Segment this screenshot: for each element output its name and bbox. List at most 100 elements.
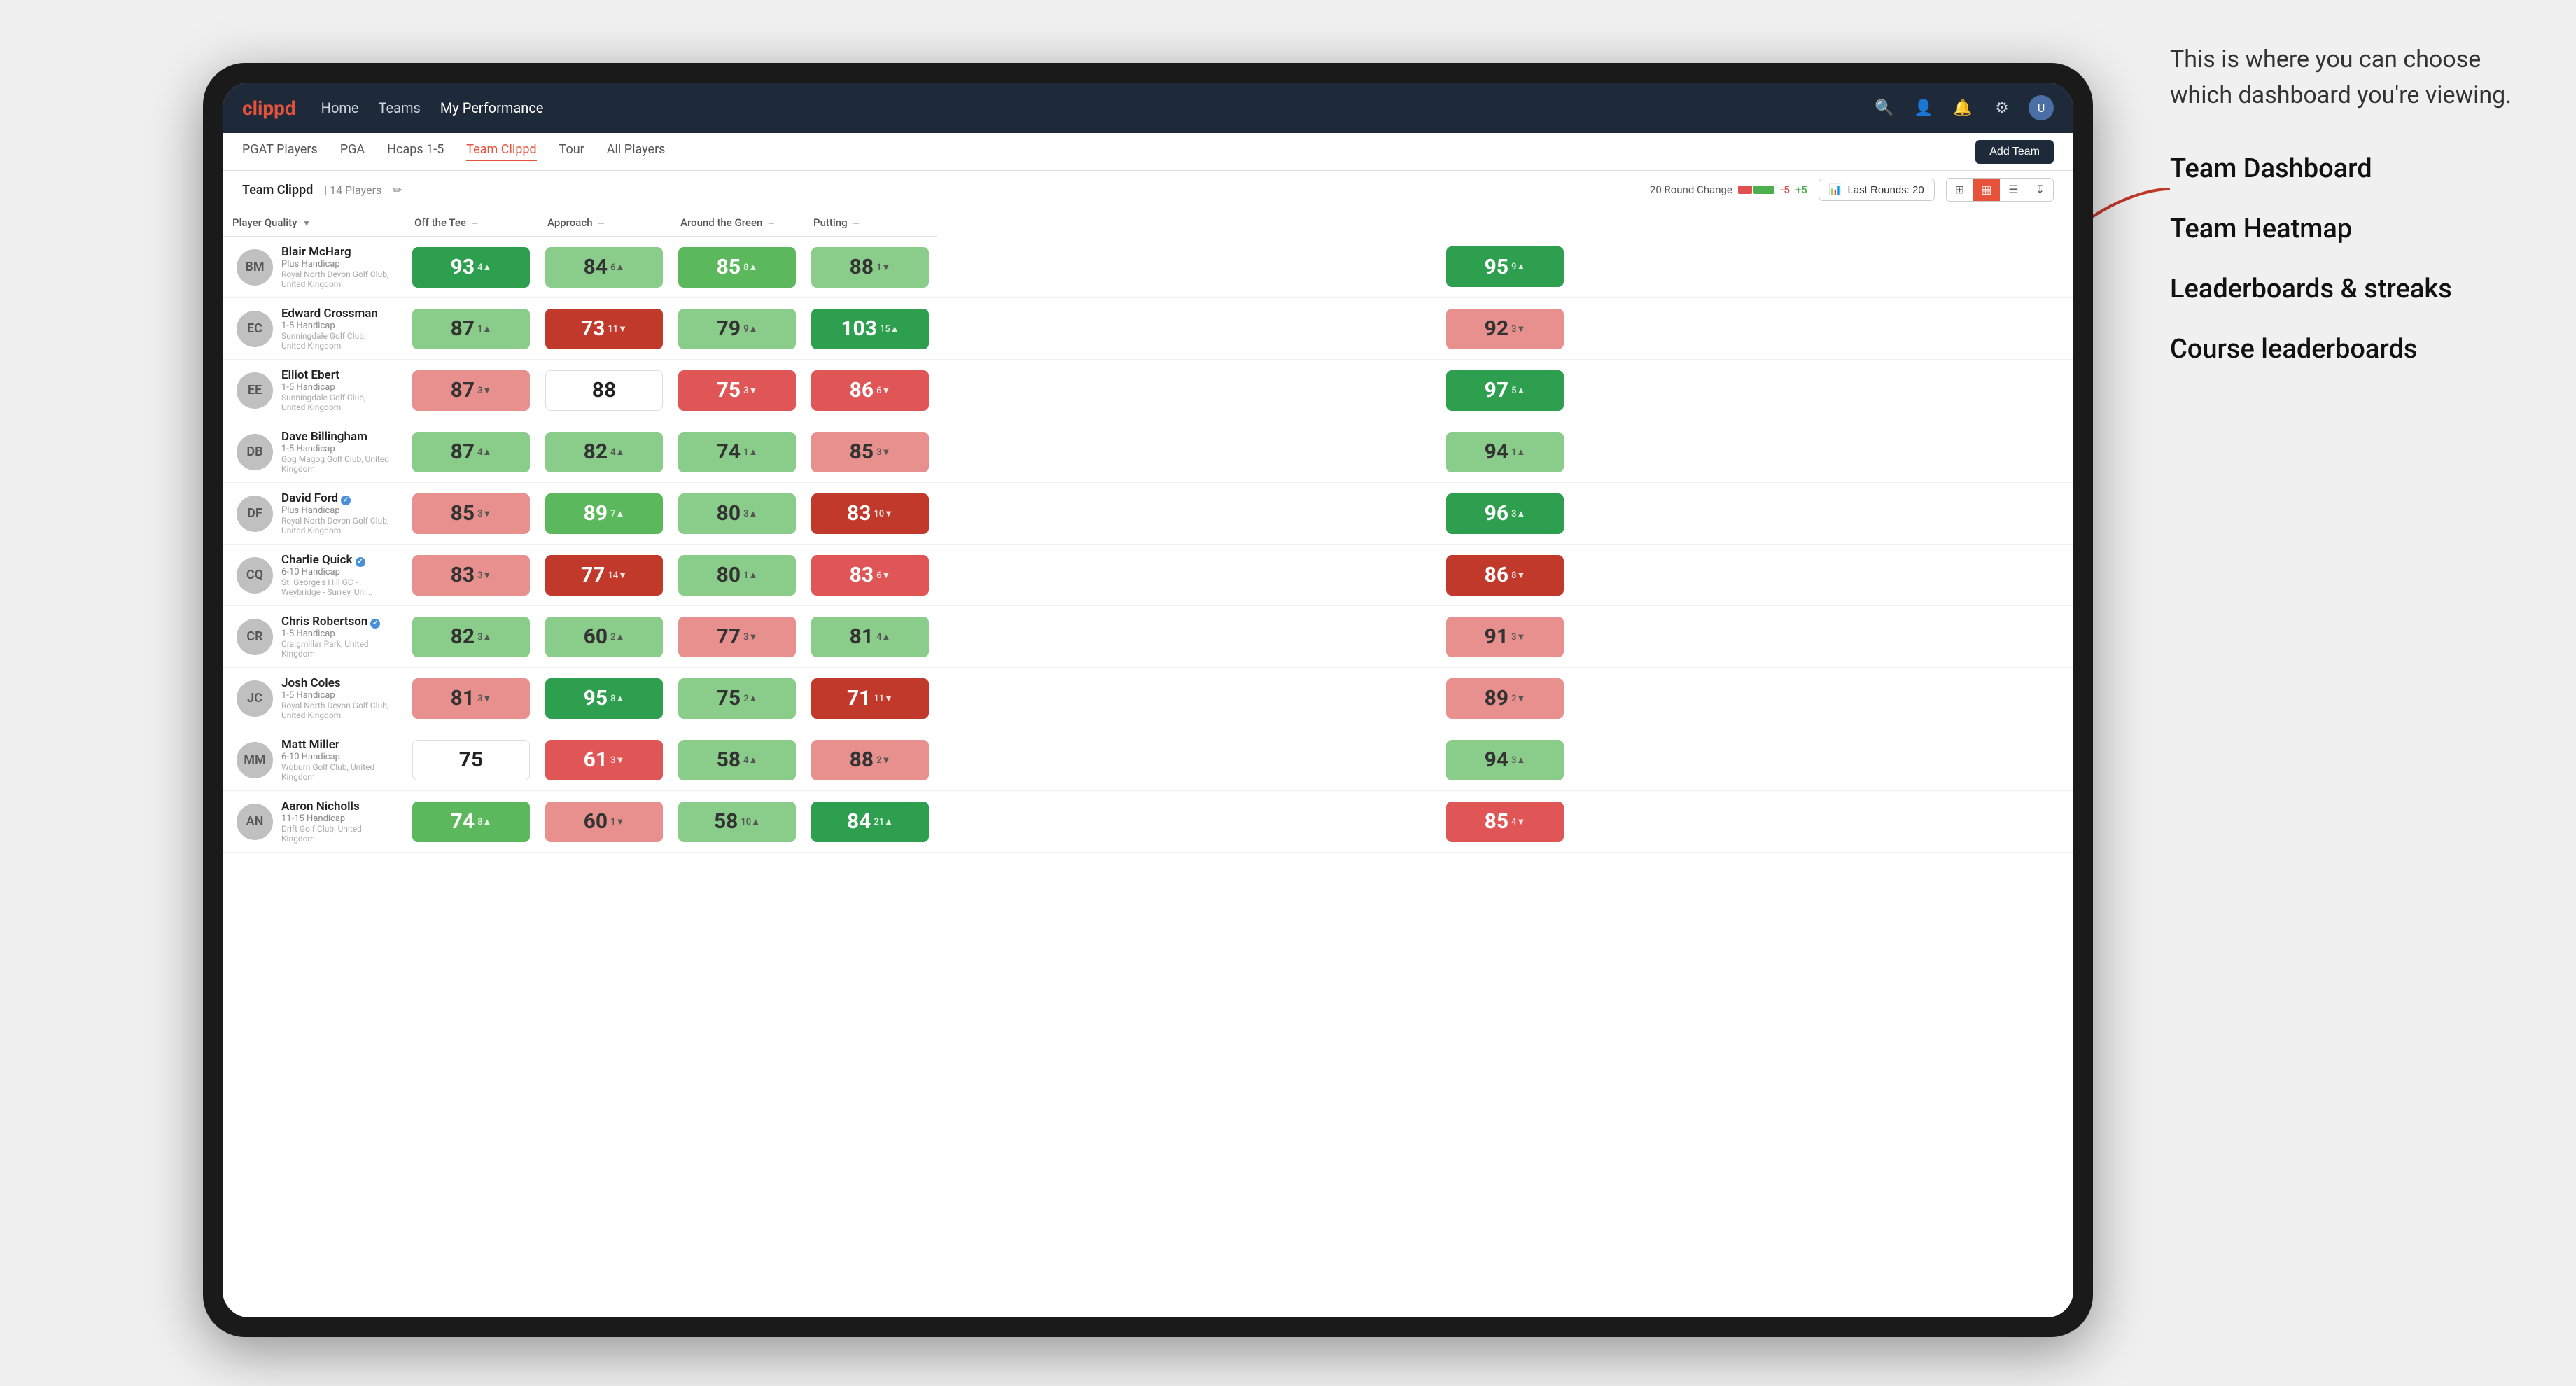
player-info: Blair McHarg Plus Handicap Royal North D… bbox=[281, 245, 391, 289]
metric-cell-off-tee-9: 60 1▼ bbox=[538, 791, 671, 853]
metric-cell-around-green-8: 88 2▼ bbox=[804, 729, 937, 791]
table-row[interactable]: CR Chris Robertson✓ 1-5 Handicap Craigmi… bbox=[223, 606, 2073, 668]
metric-change: 4▲ bbox=[743, 755, 757, 766]
metric-cell-approach-0: 85 8▲ bbox=[671, 237, 804, 298]
table-row[interactable]: DB Dave Billingham 1-5 Handicap Gog Mago… bbox=[223, 421, 2073, 483]
subnav-pgat[interactable]: PGAT Players bbox=[242, 142, 318, 161]
metric-change: 2▲ bbox=[610, 631, 624, 643]
player-cell-3[interactable]: DB Dave Billingham 1-5 Handicap Gog Mago… bbox=[223, 421, 405, 483]
metric-value: 77 bbox=[581, 563, 605, 587]
subnav-tour[interactable]: Tour bbox=[559, 142, 584, 161]
add-team-button[interactable]: Add Team bbox=[1975, 140, 2054, 164]
metric-value: 61 bbox=[584, 748, 608, 772]
metric-cell-putting-9: 85 4▼ bbox=[937, 791, 2073, 853]
nav-item-myperformance[interactable]: My Performance bbox=[440, 99, 544, 116]
nav-item-home[interactable]: Home bbox=[321, 99, 359, 116]
table-row[interactable]: MM Matt Miller 6-10 Handicap Woburn Golf… bbox=[223, 729, 2073, 791]
user-icon[interactable]: 👤 bbox=[1911, 95, 1936, 120]
player-handicap: 6-10 Handicap bbox=[281, 752, 391, 762]
last-rounds-button[interactable]: 📊 Last Rounds: 20 bbox=[1819, 178, 1935, 201]
table-row[interactable]: CQ Charlie Quick✓ 6-10 Handicap St. Geor… bbox=[223, 545, 2073, 606]
table-row[interactable]: BM Blair McHarg Plus Handicap Royal Nort… bbox=[223, 237, 2073, 298]
metric-value: 81 bbox=[850, 624, 874, 649]
metric-change: 2▲ bbox=[743, 693, 757, 704]
table-row[interactable]: JC Josh Coles 1-5 Handicap Royal North D… bbox=[223, 668, 2073, 729]
metric-box: 82 4▲ bbox=[545, 432, 663, 472]
metric-cell-player-quality-0: 93 4▲ bbox=[405, 237, 538, 298]
metric-value: 85 bbox=[717, 255, 741, 279]
player-handicap: Plus Handicap bbox=[281, 259, 391, 270]
subnav-teamclippd[interactable]: Team Clippd bbox=[466, 142, 536, 161]
player-cell-9[interactable]: AN Aaron Nicholls 11-15 Handicap Drift G… bbox=[223, 791, 405, 853]
player-cell-5[interactable]: CQ Charlie Quick✓ 6-10 Handicap St. Geor… bbox=[223, 545, 405, 606]
player-club: Royal North Devon Golf Club, United King… bbox=[281, 516, 391, 536]
metric-box: 83 3▼ bbox=[412, 555, 530, 596]
table-row[interactable]: AN Aaron Nicholls 11-15 Handicap Drift G… bbox=[223, 791, 2073, 853]
player-handicap: 11-15 Handicap bbox=[281, 813, 391, 824]
col-header-off-tee[interactable]: Off the Tee — bbox=[405, 209, 538, 237]
metric-change: 3▲ bbox=[1511, 508, 1525, 519]
table-row[interactable]: DF David Ford✓ Plus Handicap Royal North… bbox=[223, 483, 2073, 545]
metric-change: 3▼ bbox=[743, 631, 757, 643]
subnav-allplayers[interactable]: All Players bbox=[607, 142, 666, 161]
metric-box: 60 2▲ bbox=[545, 617, 663, 657]
player-cell-1[interactable]: EC Edward Crossman 1-5 Handicap Sunningd… bbox=[223, 298, 405, 360]
player-avatar: EC bbox=[237, 311, 273, 347]
view-heatmap-button[interactable]: ▦ bbox=[1973, 178, 2000, 201]
view-export-button[interactable]: ↧ bbox=[2027, 178, 2053, 201]
metric-value: 93 bbox=[451, 255, 475, 279]
player-cell-7[interactable]: JC Josh Coles 1-5 Handicap Royal North D… bbox=[223, 668, 405, 729]
subnav-hcaps[interactable]: Hcaps 1-5 bbox=[387, 142, 444, 161]
bar-green bbox=[1754, 186, 1774, 194]
avatar[interactable]: U bbox=[2029, 95, 2054, 120]
col-header-around-green[interactable]: Around the Green — bbox=[671, 209, 804, 237]
nav-item-teams[interactable]: Teams bbox=[379, 99, 421, 116]
player-cell-4[interactable]: DF David Ford✓ Plus Handicap Royal North… bbox=[223, 483, 405, 545]
col-header-approach[interactable]: Approach — bbox=[538, 209, 671, 237]
player-cell-2[interactable]: EE Elliot Ebert 1-5 Handicap Sunningdale… bbox=[223, 360, 405, 421]
annotation-area: This is where you can choose which dashb… bbox=[2170, 42, 2534, 396]
metric-cell-around-green-2: 86 6▼ bbox=[804, 360, 937, 421]
metric-value: 84 bbox=[847, 809, 871, 834]
bell-icon[interactable]: 🔔 bbox=[1950, 95, 1975, 120]
player-handicap: Plus Handicap bbox=[281, 505, 391, 516]
table-row[interactable]: EC Edward Crossman 1-5 Handicap Sunningd… bbox=[223, 298, 2073, 360]
metric-change: 3▼ bbox=[1511, 631, 1525, 643]
player-cell-8[interactable]: MM Matt Miller 6-10 Handicap Woburn Golf… bbox=[223, 729, 405, 791]
metric-value: 60 bbox=[584, 624, 608, 649]
metric-cell-putting-5: 86 8▼ bbox=[937, 545, 2073, 606]
subnav-pga[interactable]: PGA bbox=[340, 142, 365, 161]
metric-box: 81 3▼ bbox=[412, 678, 530, 719]
player-info: Charlie Quick✓ 6-10 Handicap St. George'… bbox=[281, 553, 391, 597]
metric-box: 85 3▼ bbox=[412, 493, 530, 534]
view-grid-button[interactable]: ⊞ bbox=[1947, 178, 1973, 201]
table-row[interactable]: EE Elliot Ebert 1-5 Handicap Sunningdale… bbox=[223, 360, 2073, 421]
metric-value: 95 bbox=[1485, 255, 1508, 279]
metric-box: 94 1▲ bbox=[1446, 432, 1564, 472]
metric-cell-approach-5: 80 1▲ bbox=[671, 545, 804, 606]
col-header-putting[interactable]: Putting — bbox=[804, 209, 937, 237]
metric-box: 91 3▼ bbox=[1446, 617, 1564, 657]
player-info: Matt Miller 6-10 Handicap Woburn Golf Cl… bbox=[281, 738, 391, 782]
metric-value: 83 bbox=[451, 563, 475, 587]
player-club: Drift Golf Club, United Kingdom bbox=[281, 824, 391, 844]
metric-value: 83 bbox=[850, 563, 874, 587]
metric-box: 103 15▲ bbox=[811, 309, 929, 349]
edit-icon[interactable]: ✏ bbox=[393, 183, 402, 197]
metric-change: 6▼ bbox=[876, 385, 890, 396]
player-info: Aaron Nicholls 11-15 Handicap Drift Golf… bbox=[281, 799, 391, 844]
metric-change: 10▲ bbox=[741, 816, 760, 827]
metric-box: 94 3▲ bbox=[1446, 740, 1564, 780]
view-list-button[interactable]: ☰ bbox=[2000, 178, 2026, 201]
search-icon[interactable]: 🔍 bbox=[1872, 95, 1897, 120]
player-info: Edward Crossman 1-5 Handicap Sunningdale… bbox=[281, 307, 391, 351]
settings-icon[interactable]: ⚙ bbox=[1989, 95, 2015, 120]
player-avatar: CR bbox=[237, 619, 273, 655]
table-container[interactable]: Player Quality ▼ Off the Tee — Approach … bbox=[223, 209, 2073, 1317]
metric-box: 75 2▲ bbox=[678, 678, 796, 719]
player-cell-0[interactable]: BM Blair McHarg Plus Handicap Royal Nort… bbox=[223, 237, 405, 298]
player-cell-6[interactable]: CR Chris Robertson✓ 1-5 Handicap Craigmi… bbox=[223, 606, 405, 668]
bar-container bbox=[1738, 186, 1774, 194]
annotation-item-4: Course leaderboards bbox=[2170, 336, 2534, 363]
col-header-player[interactable]: Player Quality ▼ bbox=[223, 209, 405, 237]
